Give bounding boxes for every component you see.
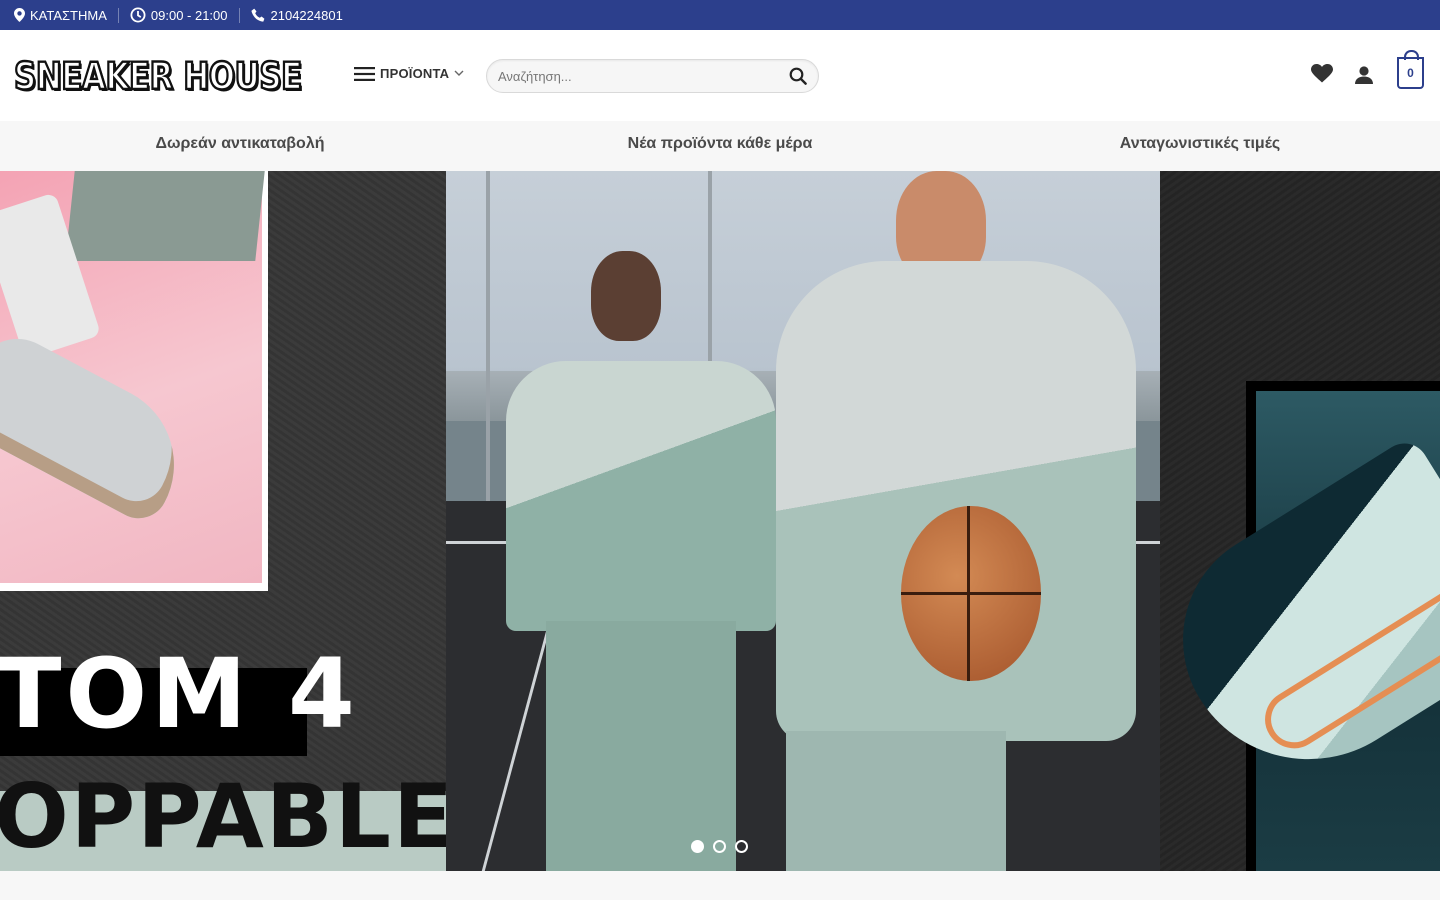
location-pin-icon xyxy=(14,8,25,22)
hero-banner-line-2: OPPABLE xyxy=(0,765,453,871)
phone-link[interactable]: 2104224801 xyxy=(250,7,343,23)
top-bar: ΚΑΤΑΣΤΗΜΑ 09:00 - 21:00 2104224801 xyxy=(0,0,1440,30)
opening-hours: 09:00 - 21:00 xyxy=(130,7,228,23)
user-icon xyxy=(1355,65,1373,84)
wishlist-button[interactable] xyxy=(1311,63,1333,83)
woman-jacket xyxy=(506,361,776,631)
leg-image xyxy=(65,171,265,261)
divider xyxy=(238,7,240,23)
slide-dot-1[interactable] xyxy=(691,840,704,853)
hero-pink-card xyxy=(0,171,268,591)
clock-icon xyxy=(130,7,146,23)
slider-dots xyxy=(691,840,748,853)
cart-button[interactable]: 0 xyxy=(1397,50,1424,89)
woman-head xyxy=(591,251,661,341)
slide-dot-3[interactable] xyxy=(735,840,748,853)
man-shorts xyxy=(786,731,1006,871)
woman-model xyxy=(506,251,776,871)
feature-new-products: Νέα προϊόντα κάθε μέρα xyxy=(627,135,813,152)
search-icon xyxy=(789,67,807,85)
hamburger-icon xyxy=(354,66,375,81)
search-input[interactable] xyxy=(487,60,777,92)
slide-dot-2[interactable] xyxy=(713,840,726,853)
features-bar: Δωρεάν αντικαταβολή Νέα προϊόντα κάθε μέ… xyxy=(0,121,1440,171)
hero-slider[interactable]: TOM 4 OPPABLE xyxy=(0,171,1440,871)
pink-background xyxy=(0,171,265,583)
divider xyxy=(117,7,119,23)
feature-competitive-prices: Ανταγωνιστικές τιμές xyxy=(1119,135,1281,152)
search-box xyxy=(486,59,819,93)
hours-text: 09:00 - 21:00 xyxy=(150,7,228,23)
logo[interactable]: SNEAKER HOUSE xyxy=(13,53,326,98)
hero-banner-line-1: TOM 4 xyxy=(0,638,355,756)
phone-number: 2104224801 xyxy=(270,7,343,23)
search-button[interactable] xyxy=(789,67,809,87)
hero-text-line-1: TOM 4 xyxy=(0,638,359,750)
store-link[interactable]: ΚΑΤΑΣΤΗΜΑ xyxy=(14,8,107,23)
products-menu-button[interactable]: ΠΡΟΪΟΝΤΑ xyxy=(354,66,464,81)
menu-label: ΠΡΟΪΟΝΤΑ xyxy=(380,66,450,81)
cart-count: 0 xyxy=(1407,66,1414,80)
store-label: ΚΑΤΑΣΤΗΜΑ xyxy=(30,7,107,23)
hero-left-panel: TOM 4 OPPABLE xyxy=(0,171,453,871)
site-header: SNEAKER HOUSE ΠΡΟΪΟΝΤΑ 0 xyxy=(0,30,1440,121)
account-button[interactable] xyxy=(1355,65,1373,84)
chevron-down-icon xyxy=(454,70,464,76)
fence-post xyxy=(486,171,490,501)
header-actions: 0 xyxy=(1311,50,1424,89)
heart-icon xyxy=(1311,63,1333,82)
hero-center-photo xyxy=(446,171,1160,871)
hero-right-panel xyxy=(1140,171,1440,871)
sneaker-image xyxy=(0,323,203,529)
feature-free-cod: Δωρεάν αντικαταβολή xyxy=(155,135,325,152)
phone-icon xyxy=(250,8,264,22)
woman-pants xyxy=(546,621,736,871)
logo-text: SNEAKER HOUSE xyxy=(13,53,304,98)
hero-text-line-2: OPPABLE xyxy=(0,765,456,868)
basketball-image xyxy=(901,506,1041,681)
